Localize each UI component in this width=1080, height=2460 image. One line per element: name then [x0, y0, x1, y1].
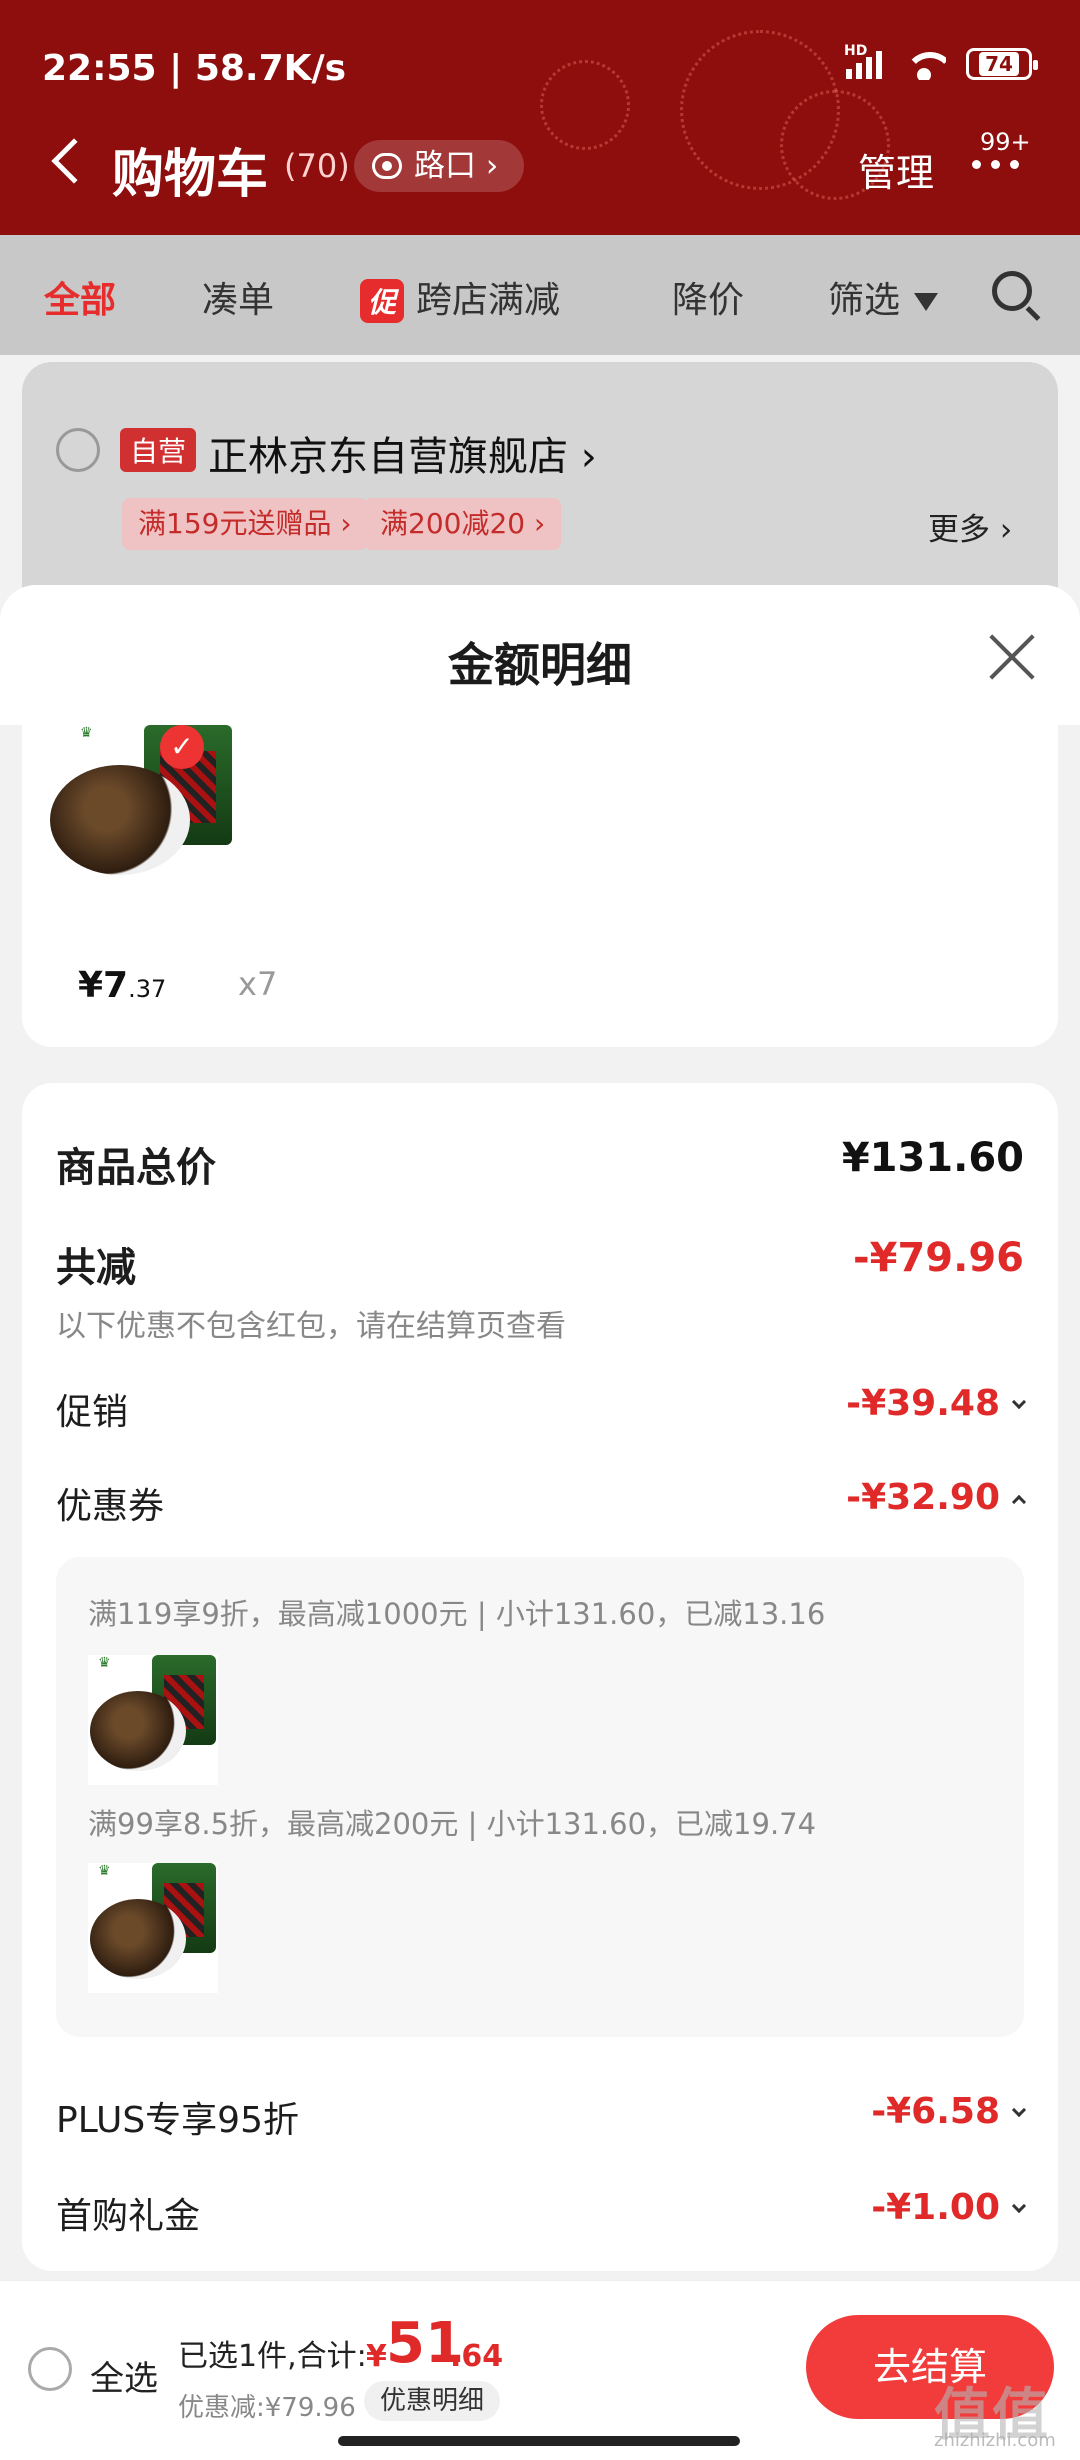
checkout-bar: 全选 已选1件,合计: ¥ 51 .64 优惠减:¥79.96 优惠明细 去结算	[0, 2280, 1080, 2460]
plus-label: PLUS专享95折	[56, 2100, 299, 2141]
brand-logo-icon: ♛	[98, 1863, 111, 1879]
filter-icon	[914, 293, 939, 311]
sheet-title: 金额明细	[448, 638, 632, 692]
tab-price-drop[interactable]: 降价	[672, 271, 744, 323]
reduce-note: 以下优惠不包含红包，请在结算页查看	[56, 1309, 566, 1344]
product-quantity: x7	[238, 965, 278, 1003]
more-dots-icon[interactable]	[972, 160, 1019, 169]
seeds-bowl-image	[90, 1691, 186, 1771]
status-icons: HD 74	[844, 43, 1038, 80]
filter-tabs: 全部 凑单 促跨店满减 降价 筛选	[0, 235, 1080, 355]
total-amount-decimal: .64	[450, 2339, 504, 2374]
close-icon[interactable]	[988, 633, 1036, 681]
coupon-detail-line: 满119享9折，最高减1000元 | 小计131.60，已减13.16	[88, 1597, 826, 1631]
wifi-icon	[902, 48, 946, 80]
tab-collect[interactable]: 凑单	[202, 271, 274, 323]
store-card: 自营 正林京东自营旗舰店 › 满159元送赠品 › 满200减20 › 更多 ›	[22, 362, 1058, 622]
total-reduce-value: -¥79.96	[853, 1235, 1024, 1281]
manage-button[interactable]: 管理	[858, 142, 934, 197]
amount-summary-card: 商品总价 ¥131.60 共减 -¥79.96 以下优惠不包含红包，请在结算页查…	[22, 1083, 1058, 2271]
coupon-product-thumbnail: ♛	[88, 1655, 218, 1785]
firework-decoration	[540, 60, 630, 150]
checkmark-icon: ✓	[160, 725, 204, 769]
chevron-up-icon	[1011, 1494, 1027, 1510]
battery-icon: 74	[966, 48, 1038, 80]
page-title: 购物车	[112, 145, 269, 205]
brand-logo-icon: ♛	[80, 725, 93, 741]
watermark-url: zhizhizhi.com	[934, 2430, 1056, 2451]
chevron-down-icon	[1011, 1394, 1027, 1410]
promo-tag-icon: 促	[360, 279, 405, 323]
promo-row[interactable]: -¥39.48	[846, 1383, 1027, 1424]
tab-filter[interactable]: 筛选	[828, 271, 939, 323]
status-time: 22:55 | 58.7K/s	[42, 48, 347, 89]
coupon-detail-box: 满119享9折，最高减1000元 | 小计131.60，已减13.16 ♛ 满9…	[56, 1557, 1024, 2037]
coupon-product-thumbnail: ♛	[88, 1863, 218, 1993]
cart-count: (70)	[284, 147, 350, 185]
total-reduce-label: 共减	[56, 1245, 136, 1291]
chevron-down-icon	[1011, 2198, 1027, 2214]
home-indicator[interactable]	[338, 2436, 740, 2446]
seeds-bowl-image	[50, 765, 190, 875]
product-price: ¥7.37	[78, 965, 167, 1006]
sheet-header: 金额明细	[0, 585, 1080, 725]
first-purchase-label: 首购礼金	[56, 2196, 201, 2237]
search-icon[interactable]	[992, 271, 1032, 311]
app-header: 22:55 | 58.7K/s HD 74 购物车 (70) 路口 › 管理 9…	[0, 0, 1080, 235]
promo-label: 促销	[56, 1392, 129, 1433]
signal-icon: HD	[844, 43, 882, 79]
select-all-radio[interactable]	[28, 2347, 72, 2391]
store-select-radio[interactable]	[56, 428, 100, 472]
store-more-button[interactable]: 更多 ›	[928, 504, 1012, 549]
store-coupon-chip[interactable]: 满159元送赠品 ›	[122, 498, 368, 550]
total-price-value: ¥131.60	[841, 1135, 1024, 1181]
eye-icon	[372, 153, 402, 179]
tab-all[interactable]: 全部	[44, 271, 116, 323]
back-arrow-icon[interactable]	[51, 138, 97, 184]
selected-summary: 已选1件,合计:	[178, 2339, 367, 2374]
coupon-detail-line: 满99享8.5折，最高减200元 | 小计131.60，已减19.74	[88, 1807, 817, 1841]
tab-cross-store[interactable]: 促跨店满减	[360, 271, 560, 323]
select-all-label[interactable]: 全选	[90, 2351, 158, 2400]
coupon-row[interactable]: -¥32.90	[846, 1477, 1027, 1518]
discount-detail-button[interactable]: 优惠明细	[364, 2381, 501, 2421]
location-button[interactable]: 路口 ›	[354, 140, 525, 192]
seeds-bowl-image	[90, 1899, 186, 1979]
amount-detail-sheet: 金额明细 ♛ ✓ ¥7.37 x7 商品总价 ¥131.60 共减 -¥79.9…	[0, 585, 1080, 2285]
coupon-label: 优惠券	[56, 1486, 165, 1527]
first-purchase-row[interactable]: -¥1.00	[871, 2187, 1027, 2228]
product-thumbnail[interactable]: ♛ ✓	[44, 725, 234, 925]
total-currency: ¥	[366, 2339, 387, 2374]
discount-summary: 优惠减:¥79.96	[178, 2393, 356, 2423]
total-price-label: 商品总价	[56, 1145, 216, 1191]
store-name[interactable]: 正林京东自营旗舰店 ›	[208, 424, 597, 482]
store-coupon-chip[interactable]: 满200减20 ›	[364, 498, 562, 550]
plus-row[interactable]: -¥6.58	[871, 2091, 1027, 2132]
self-operated-badge: 自营	[120, 428, 197, 472]
message-badge: 99+	[980, 128, 1031, 156]
brand-logo-icon: ♛	[98, 1655, 111, 1671]
chevron-down-icon	[1011, 2102, 1027, 2118]
product-card: ♛ ✓ ¥7.37 x7	[22, 725, 1058, 1047]
